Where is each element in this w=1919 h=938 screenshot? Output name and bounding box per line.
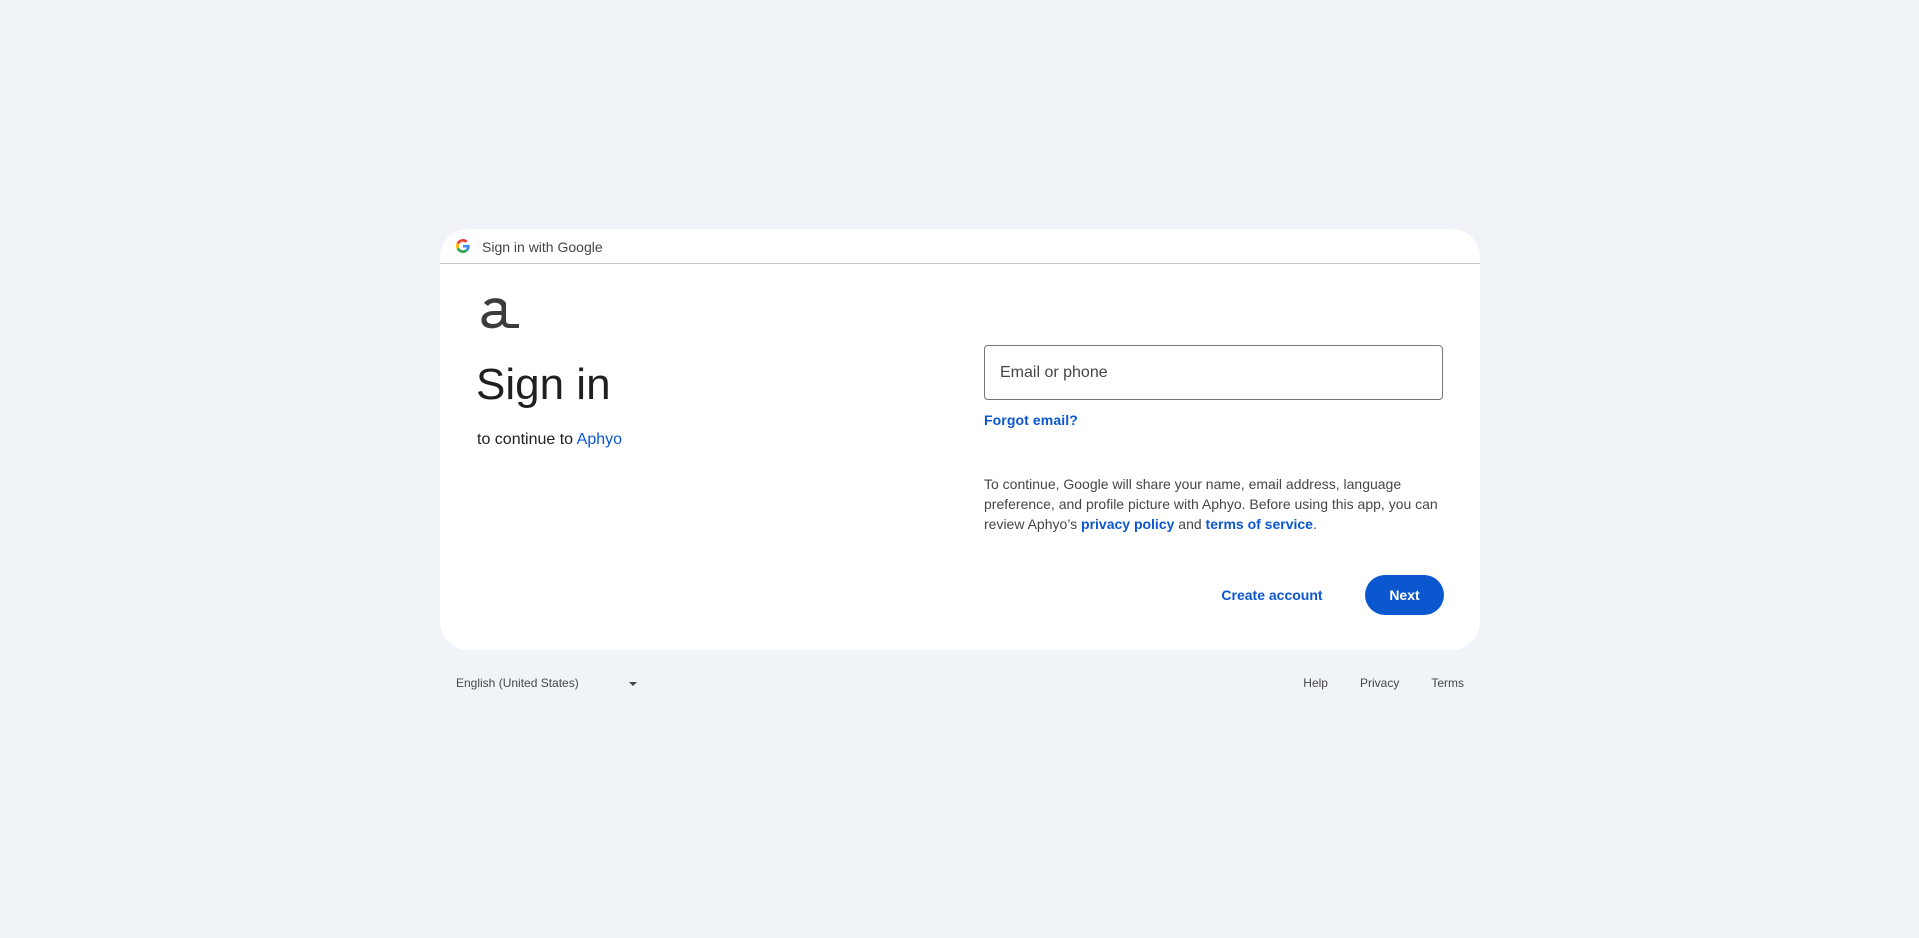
disclaimer-text-and: and [1174, 516, 1206, 532]
footer-links: Help Privacy Terms [1271, 675, 1464, 691]
google-g-icon [456, 239, 470, 253]
create-account-button[interactable]: Create account [1210, 575, 1334, 615]
aphyo-logo-icon [481, 298, 519, 329]
sign-in-card: Sign in with Google Sign in to continue … [440, 229, 1480, 650]
disclaimer-text-end: . [1312, 516, 1317, 532]
email-field[interactable] [985, 346, 1442, 399]
page-title: Sign in [476, 360, 611, 409]
privacy-policy-link[interactable]: privacy policy [1081, 516, 1174, 532]
subtitle: to continue to Aphyo [477, 430, 622, 450]
footer-link-privacy[interactable]: Privacy [1360, 675, 1399, 691]
footer: English (United States) Help Privacy Ter… [440, 663, 1480, 703]
header-title: Sign in with Google [482, 239, 603, 255]
footer-link-help[interactable]: Help [1303, 675, 1328, 691]
caret-down-icon [629, 682, 637, 686]
footer-link-terms[interactable]: Terms [1431, 675, 1464, 691]
language-select[interactable]: English (United States) [456, 671, 637, 695]
subtitle-prefix: to continue to [477, 431, 577, 448]
language-label: English (United States) [456, 676, 579, 690]
email-field-container [984, 345, 1443, 400]
forgot-email-link[interactable]: Forgot email? [984, 411, 1078, 429]
card-header: Sign in with Google [440, 229, 1480, 264]
next-button[interactable]: Next [1365, 575, 1444, 615]
app-name-link[interactable]: Aphyo [577, 431, 622, 448]
terms-of-service-link[interactable]: terms of service [1206, 516, 1313, 532]
consent-disclaimer: To continue, Google will share your name… [984, 474, 1444, 534]
